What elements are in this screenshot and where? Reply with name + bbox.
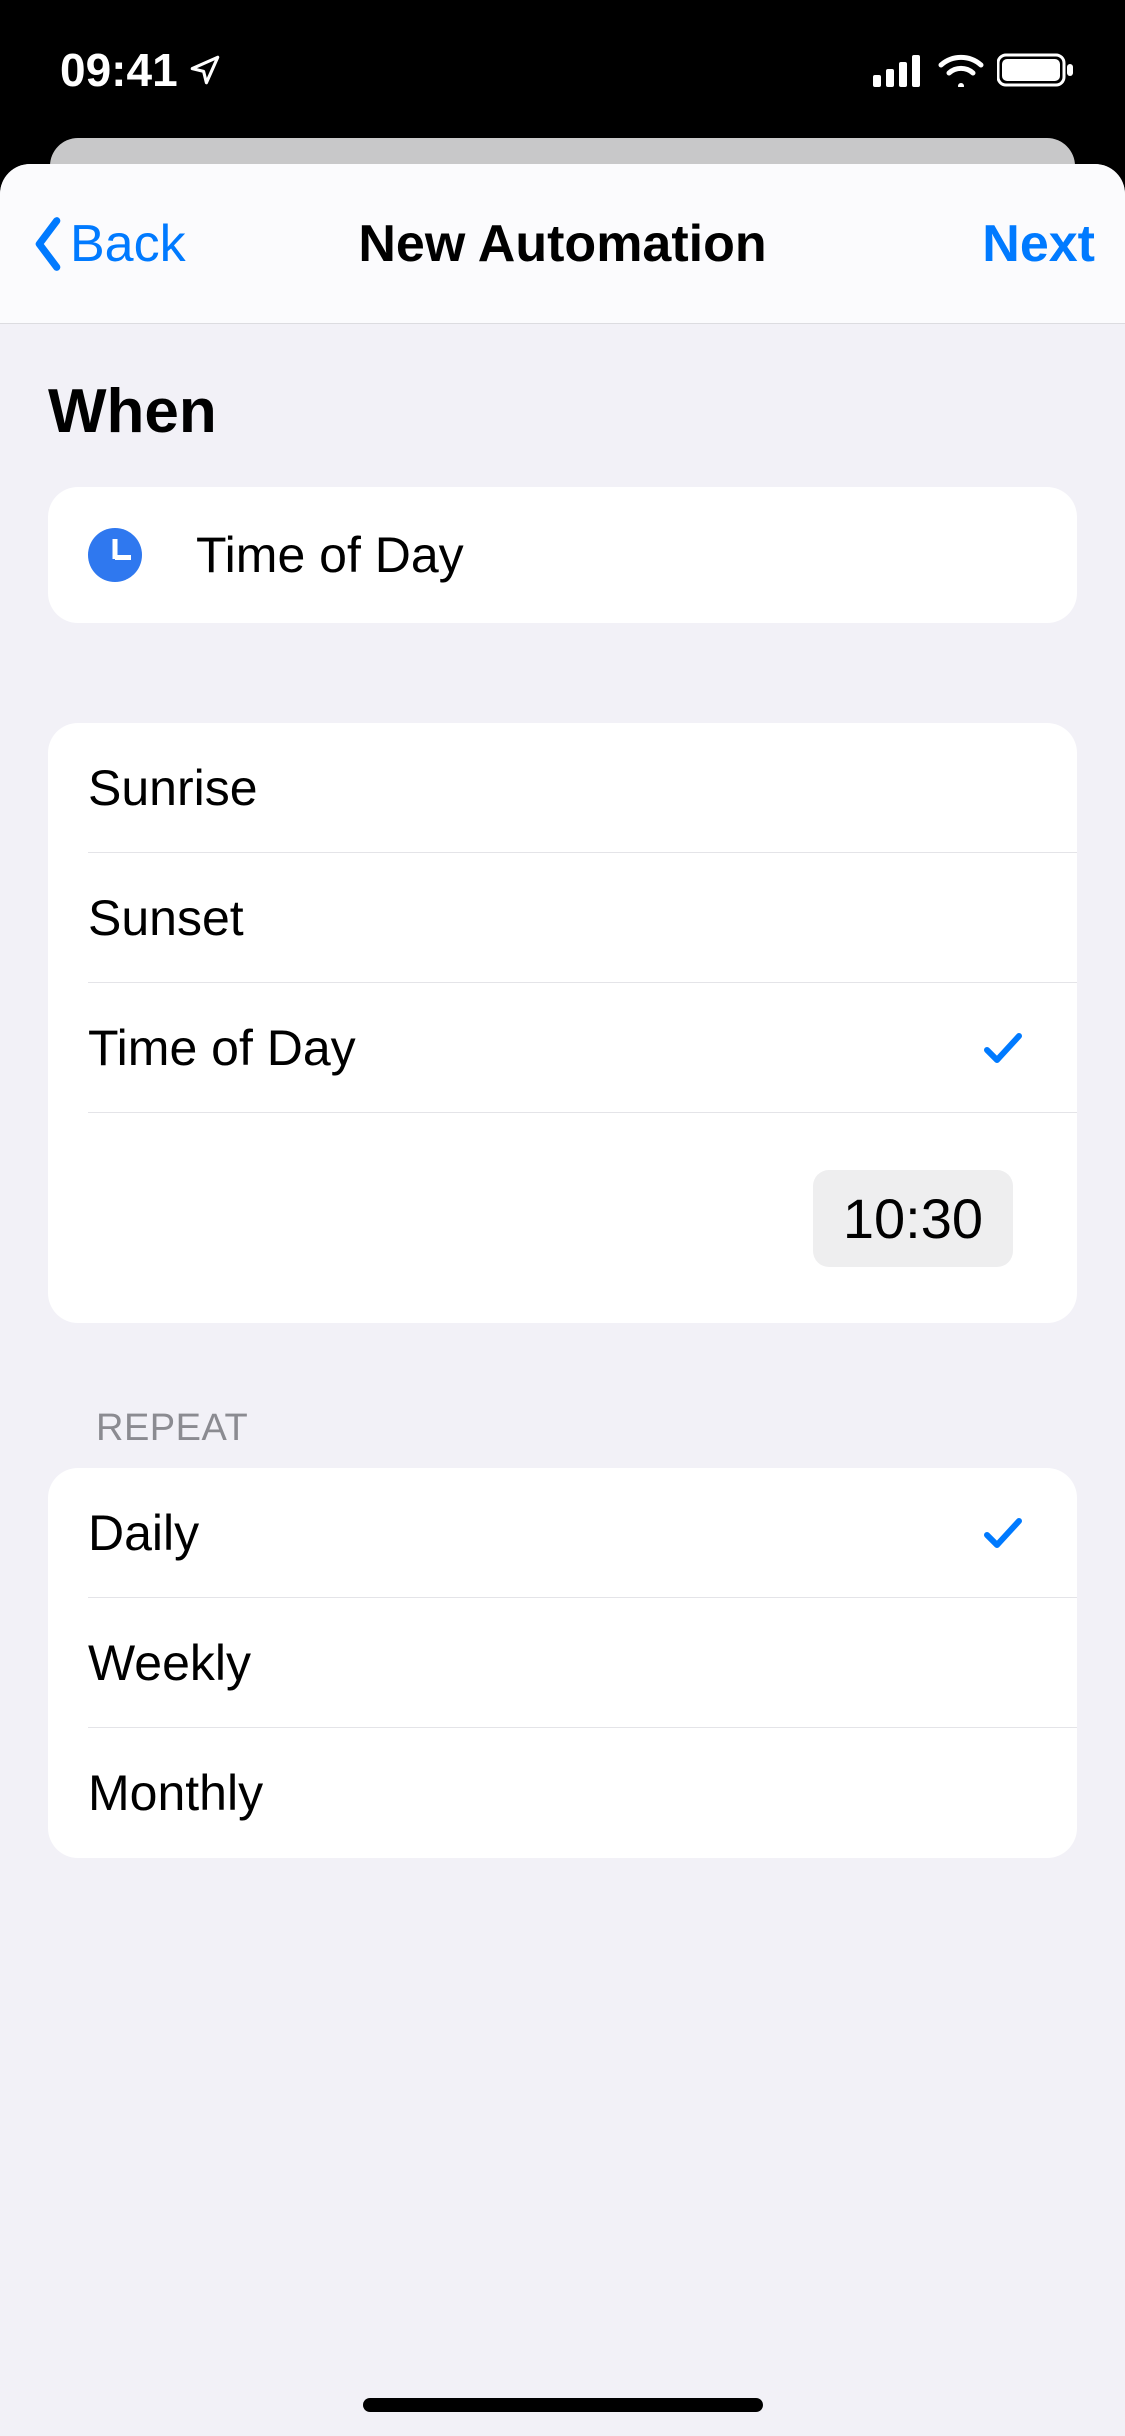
cellular-icon: [873, 53, 925, 87]
repeat-monthly-label: Monthly: [88, 1764, 263, 1822]
clock-icon: [88, 528, 142, 582]
time-picker-row: 10:30: [48, 1113, 1077, 1323]
option-time-of-day[interactable]: Time of Day: [88, 983, 1077, 1113]
repeat-daily-label: Daily: [88, 1504, 199, 1562]
status-time: 09:41: [60, 43, 178, 97]
option-sunrise[interactable]: Sunrise: [88, 723, 1077, 853]
nav-bar: Back New Automation Next: [0, 164, 1125, 324]
back-label: Back: [70, 214, 186, 274]
repeat-header: REPEAT: [96, 1407, 1077, 1450]
trigger-summary-card[interactable]: Time of Day: [48, 487, 1077, 623]
option-sunrise-label: Sunrise: [88, 759, 258, 817]
time-picker[interactable]: 10:30: [813, 1170, 1013, 1267]
wifi-icon: [937, 53, 985, 87]
when-heading: When: [48, 376, 1077, 447]
battery-icon: [997, 52, 1075, 88]
trigger-summary-label: Time of Day: [196, 526, 464, 584]
checkmark-icon: [979, 1509, 1027, 1557]
option-time-of-day-label: Time of Day: [88, 1019, 356, 1077]
repeat-monthly[interactable]: Monthly: [88, 1728, 1077, 1858]
time-options-card: Sunrise Sunset Time of Day 10:30: [48, 723, 1077, 1323]
status-time-area: 09:41: [60, 43, 222, 97]
repeat-options-card: Daily Weekly Monthly: [48, 1468, 1077, 1858]
status-bar: 09:41: [0, 0, 1125, 140]
chevron-left-icon: [30, 215, 66, 273]
back-button[interactable]: Back: [30, 214, 186, 274]
repeat-daily[interactable]: Daily: [88, 1468, 1077, 1598]
location-icon: [188, 53, 222, 87]
checkmark-icon: [979, 1024, 1027, 1072]
repeat-weekly[interactable]: Weekly: [88, 1598, 1077, 1728]
option-sunset[interactable]: Sunset: [88, 853, 1077, 983]
status-icons: [873, 52, 1075, 88]
home-indicator[interactable]: [363, 2398, 763, 2412]
modal-sheet: Back New Automation Next When Time of Da…: [0, 164, 1125, 2436]
repeat-weekly-label: Weekly: [88, 1634, 251, 1692]
nav-title: New Automation: [358, 214, 766, 274]
next-button[interactable]: Next: [982, 214, 1095, 274]
sheet-content: When Time of Day Sunrise Sunset Time of …: [0, 376, 1125, 1858]
option-sunset-label: Sunset: [88, 889, 244, 947]
